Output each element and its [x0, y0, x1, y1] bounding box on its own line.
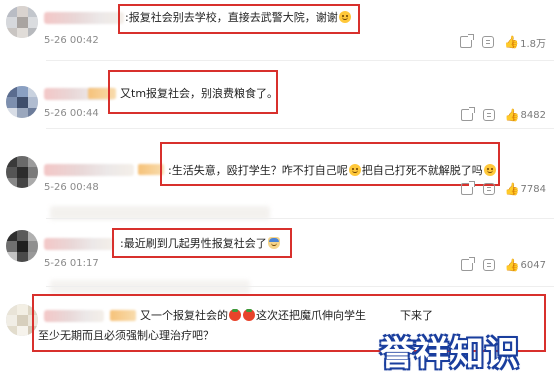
- timestamp: 5-26 00:48: [44, 182, 99, 193]
- comment-item: :生活失意，殴打学生？咋不打自己呢 把自己打死不就解脱了吗 5-26 00:48 …: [0, 130, 554, 200]
- watermark-logo: 誉祥知识: [380, 333, 520, 374]
- share-icon[interactable]: [460, 107, 475, 121]
- highlight-box: [118, 4, 360, 34]
- comment-item: :最近刷到几起男性报复社会了 5-26 01:17 👍 6047: [0, 220, 554, 282]
- like-icon: 👍: [504, 182, 520, 196]
- avatar[interactable]: [6, 86, 38, 118]
- share-icon[interactable]: [460, 181, 475, 195]
- comment-item: :报复社会别去学校，直接去武警大院，谢谢 5-26 00:42 👍 1.8万: [0, 0, 554, 62]
- highlight-box: [160, 142, 500, 186]
- avatar[interactable]: [6, 6, 38, 38]
- comment-actions: 👍 8482: [460, 107, 546, 122]
- like-icon: 👍: [504, 108, 520, 122]
- divider: [46, 286, 554, 287]
- avatar[interactable]: [6, 230, 38, 262]
- like-count: 1.8万: [520, 38, 546, 50]
- comment-icon[interactable]: [482, 259, 495, 271]
- like-count: 7784: [520, 183, 546, 195]
- username-blurred[interactable]: [44, 164, 134, 176]
- highlight-box: [112, 228, 292, 258]
- comment-icon[interactable]: [482, 36, 495, 48]
- like-button[interactable]: 👍 7784: [505, 183, 546, 195]
- like-button[interactable]: 👍 8482: [505, 109, 546, 121]
- comment-icon[interactable]: [482, 109, 495, 121]
- like-icon: 👍: [504, 35, 520, 49]
- comment-actions: 👍 7784: [460, 181, 546, 196]
- comment-icon[interactable]: [482, 183, 495, 195]
- like-icon: 👍: [504, 258, 520, 272]
- timestamp: 5-26 00:44: [44, 108, 99, 119]
- highlight-box: [108, 70, 278, 114]
- like-button[interactable]: 👍 6047: [505, 259, 546, 271]
- like-count: 8482: [520, 109, 546, 121]
- share-icon[interactable]: [460, 257, 475, 271]
- share-icon[interactable]: [460, 34, 475, 48]
- like-count: 6047: [520, 259, 546, 271]
- username-blurred[interactable]: [44, 238, 114, 250]
- divider: [46, 60, 554, 61]
- timestamp: 5-26 00:42: [44, 35, 99, 46]
- comment-actions: 👍 6047: [460, 257, 546, 272]
- like-button[interactable]: 👍 1.8万: [504, 35, 546, 50]
- comment-item: 又tm报复社会，别浪费粮食了。 5-26 00:44 👍 8482: [0, 62, 554, 130]
- avatar[interactable]: [6, 156, 38, 188]
- comment-actions: 👍 1.8万: [460, 34, 546, 50]
- timestamp: 5-26 01:17: [44, 258, 99, 269]
- divider: [46, 218, 554, 219]
- divider: [46, 128, 554, 129]
- username-blurred[interactable]: [44, 12, 124, 24]
